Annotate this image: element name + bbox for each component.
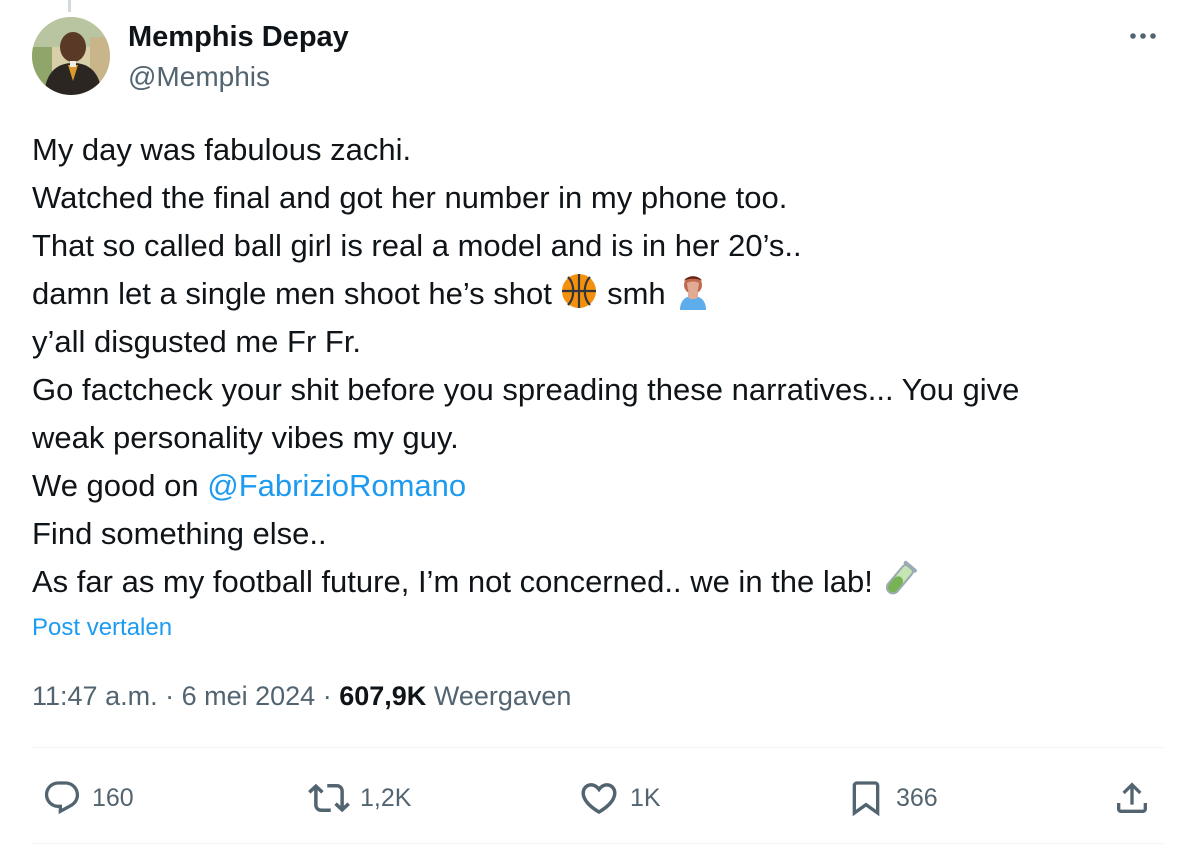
like-button[interactable]: 1K	[578, 770, 661, 826]
repost-button[interactable]: 1,2K	[308, 770, 411, 826]
profile-photo-icon	[32, 17, 110, 95]
translate-post-link[interactable]: Post vertalen	[32, 613, 172, 643]
tweet-line-part: As far as my football future, I’m not co…	[32, 564, 882, 599]
tweet-line: My day was fabulous zachi.	[32, 132, 412, 167]
divider	[32, 747, 1163, 748]
tweet-line: That so called ball girl is real a model…	[32, 228, 802, 263]
basketball-emoji-icon	[562, 274, 597, 308]
repost-count: 1,2K	[360, 783, 412, 812]
heart-icon	[581, 783, 617, 815]
tweet-line: weak personality vibes my guy.	[32, 420, 459, 455]
meta-separator: ·	[322, 681, 332, 711]
share-icon	[1117, 782, 1147, 813]
author-name[interactable]: Memphis Depay	[128, 19, 349, 55]
like-count: 1K	[630, 783, 661, 812]
share-button[interactable]	[1112, 770, 1152, 826]
repost-icon	[308, 783, 350, 813]
tweet-text: My day was fabulous zachi. Watched the f…	[32, 126, 1157, 606]
reply-button[interactable]: 160	[42, 770, 134, 826]
facepalm-emoji-icon	[680, 276, 707, 310]
tweet-line: As far as my football future, I’m not co…	[32, 558, 1157, 606]
tweet-line-part: damn let a single men shoot he’s shot	[32, 276, 561, 311]
author-handle[interactable]: @Memphis	[128, 60, 270, 94]
bookmark-button[interactable]: 366	[846, 770, 938, 826]
tweet-line: y’all disgusted me Fr Fr.	[32, 324, 362, 359]
test-tube-emoji-icon	[886, 560, 918, 595]
tweet-line: Go factcheck your shit before you spread…	[32, 372, 1020, 407]
divider	[32, 843, 1163, 844]
tweet-line: Find something else..	[32, 516, 327, 551]
views-count: 607,9K	[339, 681, 427, 711]
bookmark-icon	[852, 781, 880, 817]
reply-icon	[44, 781, 80, 815]
tweet-line: Watched the final and got her number in …	[32, 180, 788, 215]
post-date[interactable]: 6 mei 2024	[182, 681, 316, 711]
post-metadata: 11:47 a.m. · 6 mei 2024 · 607,9K Weergav…	[32, 679, 571, 713]
tweet-line: We good on @FabrizioRomano	[32, 462, 1157, 510]
action-bar: 160 1,2K 1K 366	[32, 770, 1163, 826]
post-time[interactable]: 11:47 a.m.	[32, 681, 158, 711]
more-options-button[interactable]	[1126, 22, 1160, 50]
tweet-line-part: We good on	[32, 468, 208, 503]
mention-link[interactable]: @FabrizioRomano	[207, 468, 466, 503]
tweet-line-part: smh	[598, 276, 675, 311]
views-label: Weergaven	[433, 681, 572, 711]
meta-separator: ·	[165, 681, 175, 711]
reply-count: 160	[92, 783, 134, 812]
thread-connector-line	[68, 0, 71, 12]
tweet-line: damn let a single men shoot he’s shot sm…	[32, 270, 1157, 318]
avatar[interactable]	[32, 17, 110, 95]
more-horizontal-icon	[1130, 33, 1156, 39]
bookmark-count: 366	[896, 783, 938, 812]
